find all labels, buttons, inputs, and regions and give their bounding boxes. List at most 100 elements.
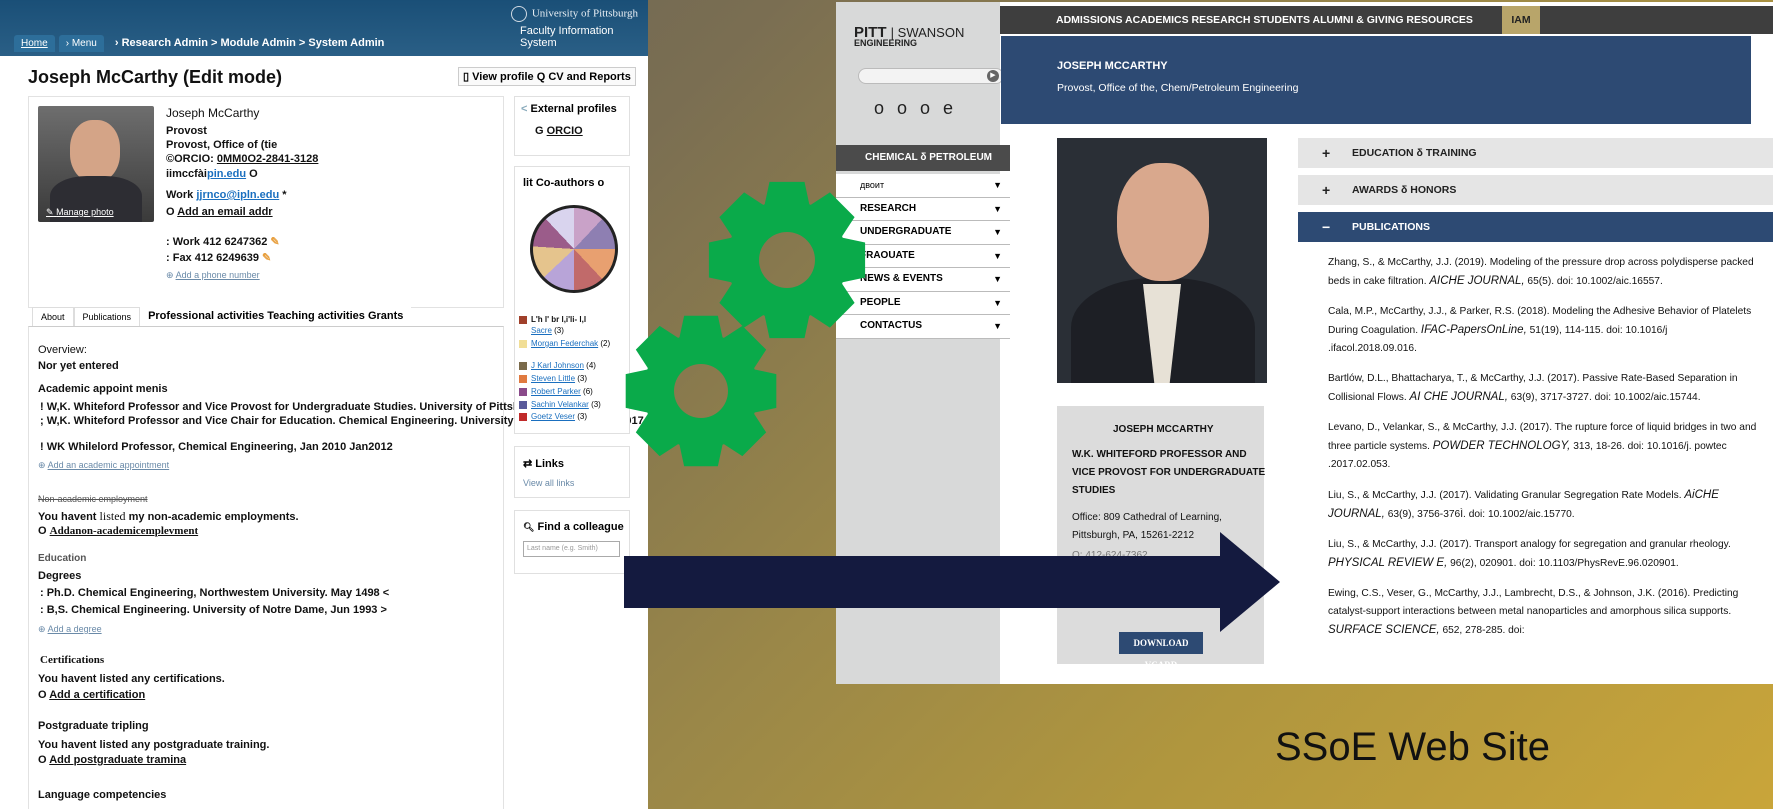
add-postgraduate-link[interactable]: Add postgraduate tramina [49,754,186,766]
colleague-search-input[interactable]: Last name (e.g. Smith) [523,541,620,557]
work-email-row: Work jjrnco@ipln.edu * [166,189,287,201]
top-nav-links[interactable]: ADMISSIONS ACADEMICS RESEARCH STUDENTS A… [1056,6,1473,34]
co-author-item[interactable]: Steven Little (3) [519,374,587,383]
orcio-link[interactable]: ORCIO [547,125,583,137]
overview-value: Nor yet entered [38,360,119,372]
add-phone-link[interactable]: Add a phone number [176,270,260,280]
orcid-link[interactable]: 0MM0O2-2841-3128 [217,153,319,165]
publication-journal: AICHE JOURNAL, [1429,275,1525,287]
academic-appointments-heading: Academic appoint menis [38,383,168,395]
co-author-name[interactable]: Goetz Veser [531,412,575,421]
profile-photo[interactable]: ✎ Manage photo [38,106,154,222]
co-author-count: (2) [600,339,611,348]
co-author-name[interactable]: Sachin Velankar [531,400,589,409]
work-email-label: Work [166,189,194,201]
publication-entry: Liu, S., & McCarthy, J.J. (2017). Valida… [1328,486,1758,524]
accordion-education-label: EDUCATION δ TRAINING [1352,147,1477,159]
iam-button[interactable]: IAM [1502,6,1540,34]
publications-list: Zhang, S., & McCarthy, J.J. (2019). Mode… [1328,254,1758,652]
social-icons[interactable]: o o o e [874,98,957,119]
link-arrows-icon: ⇄ [523,458,533,470]
co-author-item[interactable]: Sachin Velankar (3) [519,400,601,409]
add-postgrad-bullet: O [38,754,47,766]
breadcrumb-home[interactable]: Home [14,35,55,52]
legend-swatch [519,400,527,409]
accordion-awards[interactable]: + AWARDS δ HONORS [1298,175,1773,205]
co-author-item[interactable]: Robert Parker (6) [519,387,593,396]
publication-details: 96(2), 020901. doi: 10.1103/PhysRevE.96.… [1447,558,1679,569]
legend-swatch [519,374,527,383]
tab-professional-activities[interactable]: Professional activities Teaching activit… [140,306,412,326]
add-degree-link[interactable]: Add a degree [48,624,102,634]
legend-swatch [519,412,527,421]
external-profiles-heading: < External profiles [521,103,617,115]
certifications-text: You havent listed any certifications. [38,673,225,685]
breadcrumb-path[interactable]: › Research Admin > Module Admin > System… [108,35,392,52]
co-author-item[interactable]: L'h l' br l,i'li- l,l [519,315,586,324]
caret-down-icon: ▼ [993,297,1002,308]
manage-photo-link[interactable]: ✎ Manage photo [46,207,114,218]
arrow-shape [624,532,1280,632]
university-seal-icon [510,6,527,22]
work-email-link[interactable]: jjrnco@ipln.edu [196,189,279,201]
co-author-name[interactable]: Robert Parker [531,387,581,396]
university-logo: University of Pittsburgh [510,6,638,22]
co-author-count: (3) [554,326,564,335]
contact-title: W.K. WHITEFORD PROFESSOR AND VICE PROVOS… [1072,449,1266,496]
co-author-count: (3) [577,374,588,383]
caret-down-icon: ▼ [993,227,1002,237]
site-search-input[interactable]: ▶ [858,68,1004,84]
fax-phone: : Fax 412 6249639 ✎ [166,251,271,264]
photo-head [1117,163,1209,281]
view-profile-button[interactable]: ▯ View profile Q CV and Reports [458,67,636,86]
co-author-name[interactable]: J Karl Johnson [531,361,584,370]
legend-swatch [519,387,527,396]
department-header[interactable]: CHEMICAL δ PETROLEUM [836,145,1010,171]
legend-swatch [519,315,527,324]
co-author-name[interactable]: Morgan Federchak [531,339,598,348]
non-academic-text-b: listed [99,509,126,523]
edit-pencil-icon[interactable]: ✎ [270,236,279,248]
co-author-count: (3) [591,400,601,409]
add-certification-link[interactable]: Add a certification [49,689,145,701]
tab-publications[interactable]: Publications [73,306,141,326]
university-name: University of Pittsburgh [531,7,638,20]
email-link[interactable]: pin.edu [207,168,246,180]
right-arrow-icon [624,532,1280,632]
accordion-education[interactable]: + EDUCATION δ TRAINING [1298,138,1773,168]
add-non-academic-link[interactable]: Addanon-academicemplevment [50,525,199,537]
pitt-swanson-logo[interactable]: PITT | SWANSON ENGINEERING [854,24,964,48]
view-all-links[interactable]: View all links [523,478,574,488]
publication-entry: Cala, M.P., McCarthy, J.J., & Parker, R.… [1328,303,1758,358]
plus-circle-icon: ⊕ [38,460,46,470]
accordion-publications[interactable]: − PUBLICATIONS [1298,212,1773,242]
non-academic-text-a: You havent [38,511,97,523]
publication-journal: PHYSICAL REVIEW E, [1328,557,1448,569]
add-academic-link[interactable]: Add an academic appointment [48,460,170,470]
search-go-icon[interactable]: ▶ [987,70,999,82]
edit-pencil-icon[interactable]: ✎ [262,252,271,264]
accordion-awards-label: AWARDS δ HONORS [1352,184,1457,196]
plus-circle-icon: ⊕ [166,270,174,280]
co-author-item[interactable]: Sacre (3) [519,326,564,335]
work-phone: : Work 412 6247362 ✎ [166,235,280,248]
view-profile-label: View profile Q CV and Reports [472,71,631,83]
co-author-item[interactable]: Morgan Federchak (2) [519,339,610,348]
co-author-name[interactable]: L'h l' br l,i'li- l,l [531,315,586,324]
co-author-name[interactable]: Sacre [531,326,552,335]
non-academic-text: You havent listed my non-academic employ… [38,509,299,524]
orcid-label: ©ORCIO: [166,153,214,165]
add-email-link[interactable]: Add an email addr [177,206,272,218]
breadcrumb-menu[interactable]: › Menu [58,35,104,52]
chevron-right-icon: › [114,37,119,49]
co-author-item[interactable]: J Karl Johnson (4) [519,361,596,370]
co-author-name[interactable]: Steven Little [531,374,575,383]
publication-details: 63(9), 3717-3727. doi: 10.1002/aic.15744… [1507,392,1701,403]
publication-journal: SURFACE SCIENCE, [1328,624,1440,636]
co-author-chord-diagram[interactable] [530,205,618,293]
publication-entry: Zhang, S., & McCarthy, J.J. (2019). Mode… [1328,254,1758,291]
tab-about[interactable]: About [32,306,74,326]
co-author-item[interactable]: Goetz Veser (3) [519,412,587,421]
add-email-bullet: O [166,206,175,218]
download-vcard-button[interactable]: DOWNLOAD VCARD [1119,632,1203,670]
